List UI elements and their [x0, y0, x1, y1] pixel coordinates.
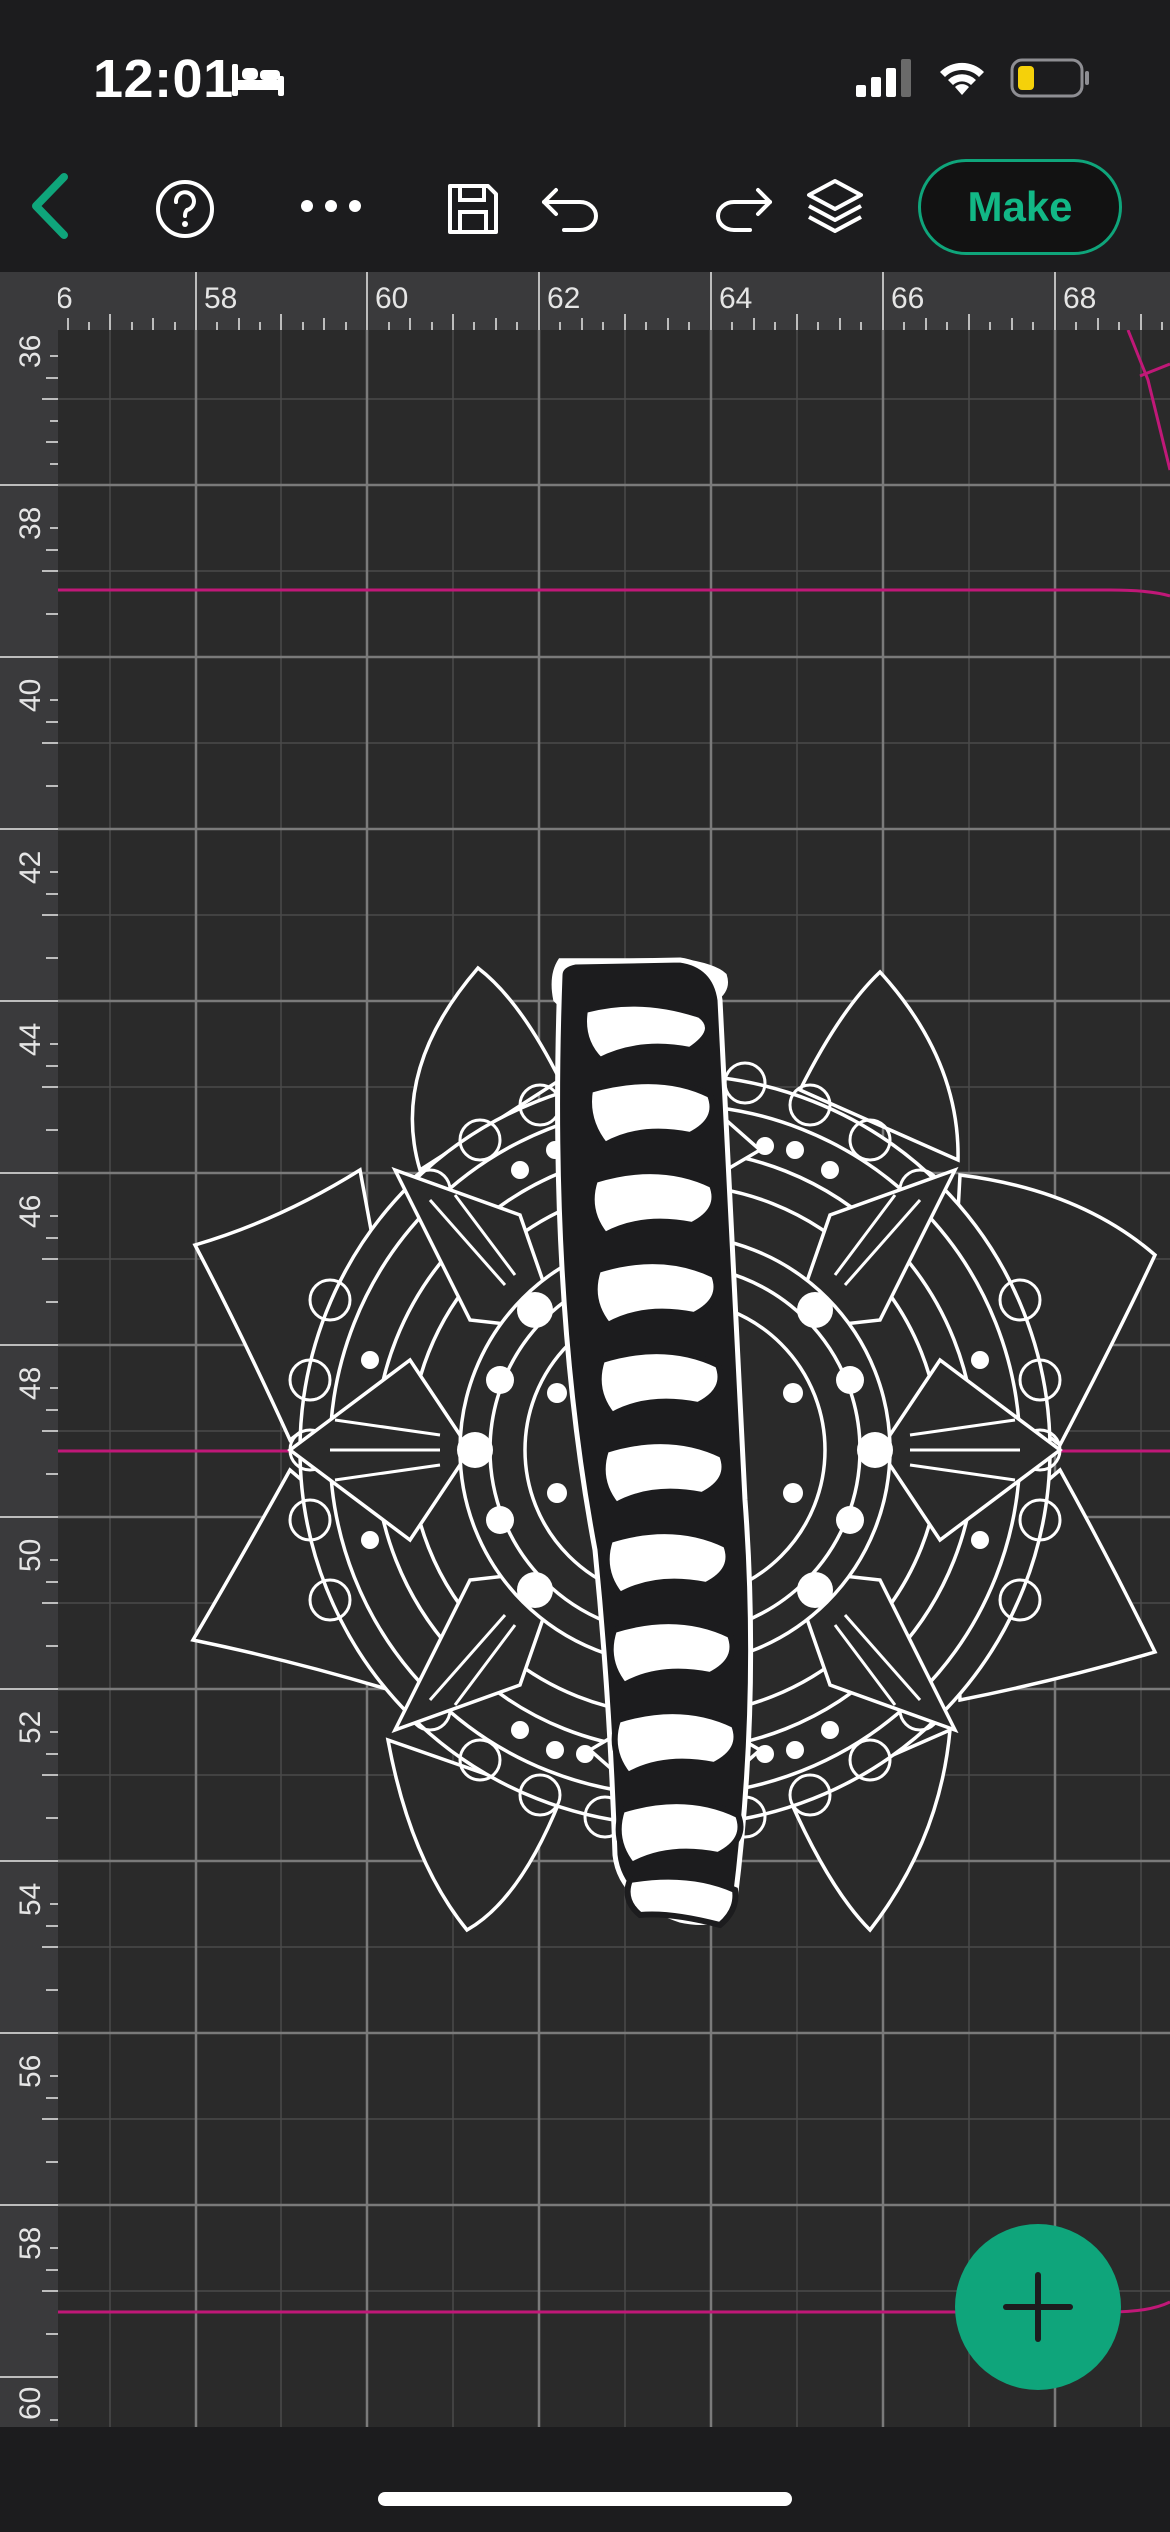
home-bar — [0, 2427, 1170, 2532]
plus-icon — [1003, 2272, 1073, 2342]
h-ruler-label: 60 — [375, 282, 408, 315]
undo-button[interactable] — [536, 178, 608, 240]
v-ruler-label: 48 — [14, 1367, 47, 1400]
status-time: 12:01 — [93, 49, 234, 109]
h-ruler-label: 66 — [891, 282, 924, 315]
v-ruler-label: 44 — [14, 1023, 47, 1056]
v-ruler-label: 56 — [14, 2055, 47, 2088]
make-button[interactable]: Make — [918, 159, 1122, 255]
v-ruler-label: 54 — [14, 1883, 47, 1916]
help-icon — [156, 180, 214, 238]
more-button[interactable] — [296, 186, 366, 226]
vertical-ruler: 36 38 40 42 44 46 48 50 52 54 56 58 60 — [0, 330, 58, 2427]
undo-icon — [542, 188, 598, 232]
h-ruler-label: 58 — [204, 282, 237, 315]
v-ruler-label: 40 — [14, 679, 47, 712]
v-ruler-label: 46 — [14, 1195, 47, 1228]
battery-low-icon — [1010, 58, 1089, 98]
v-ruler-label: 52 — [14, 1711, 47, 1744]
v-ruler-label: 60 — [14, 2387, 47, 2420]
layers-button[interactable] — [800, 172, 870, 242]
more-icon — [301, 200, 361, 212]
ruler-corner — [0, 272, 58, 330]
redo-button[interactable] — [706, 178, 778, 240]
cellular-signal-icon — [856, 59, 911, 97]
layers-icon — [807, 179, 863, 233]
add-button[interactable] — [955, 2224, 1121, 2390]
wifi-icon — [940, 62, 984, 95]
save-button[interactable] — [442, 178, 504, 240]
h-ruler-label: 6 — [56, 282, 73, 315]
design-canvas[interactable]: 6 58 60 62 64 66 68 36 38 40 42 44 46 48… — [0, 272, 1170, 2427]
v-ruler-label: 50 — [14, 1539, 47, 1572]
h-ruler-label: 68 — [1063, 282, 1096, 315]
redo-icon — [716, 188, 772, 232]
h-ruler-label: 64 — [719, 282, 752, 315]
v-ruler-label: 38 — [14, 507, 47, 540]
home-indicator[interactable] — [378, 2492, 792, 2506]
status-bar: 12:01 — [0, 0, 1170, 150]
help-button[interactable] — [152, 176, 218, 242]
horizontal-ruler: 6 58 60 62 64 66 68 — [0, 272, 1170, 330]
v-ruler-label: 58 — [14, 2227, 47, 2260]
h-ruler-label: 62 — [547, 282, 580, 315]
back-chevron-icon — [32, 173, 68, 239]
v-ruler-label: 42 — [14, 851, 47, 884]
v-ruler-label: 36 — [14, 335, 47, 368]
canvas-grid: 6 58 60 62 64 66 68 36 38 40 42 44 46 48… — [0, 272, 1170, 2427]
sleep-bed-icon — [232, 64, 284, 96]
back-button[interactable] — [20, 170, 80, 242]
save-icon — [448, 184, 498, 234]
status-indicators — [856, 56, 1090, 100]
